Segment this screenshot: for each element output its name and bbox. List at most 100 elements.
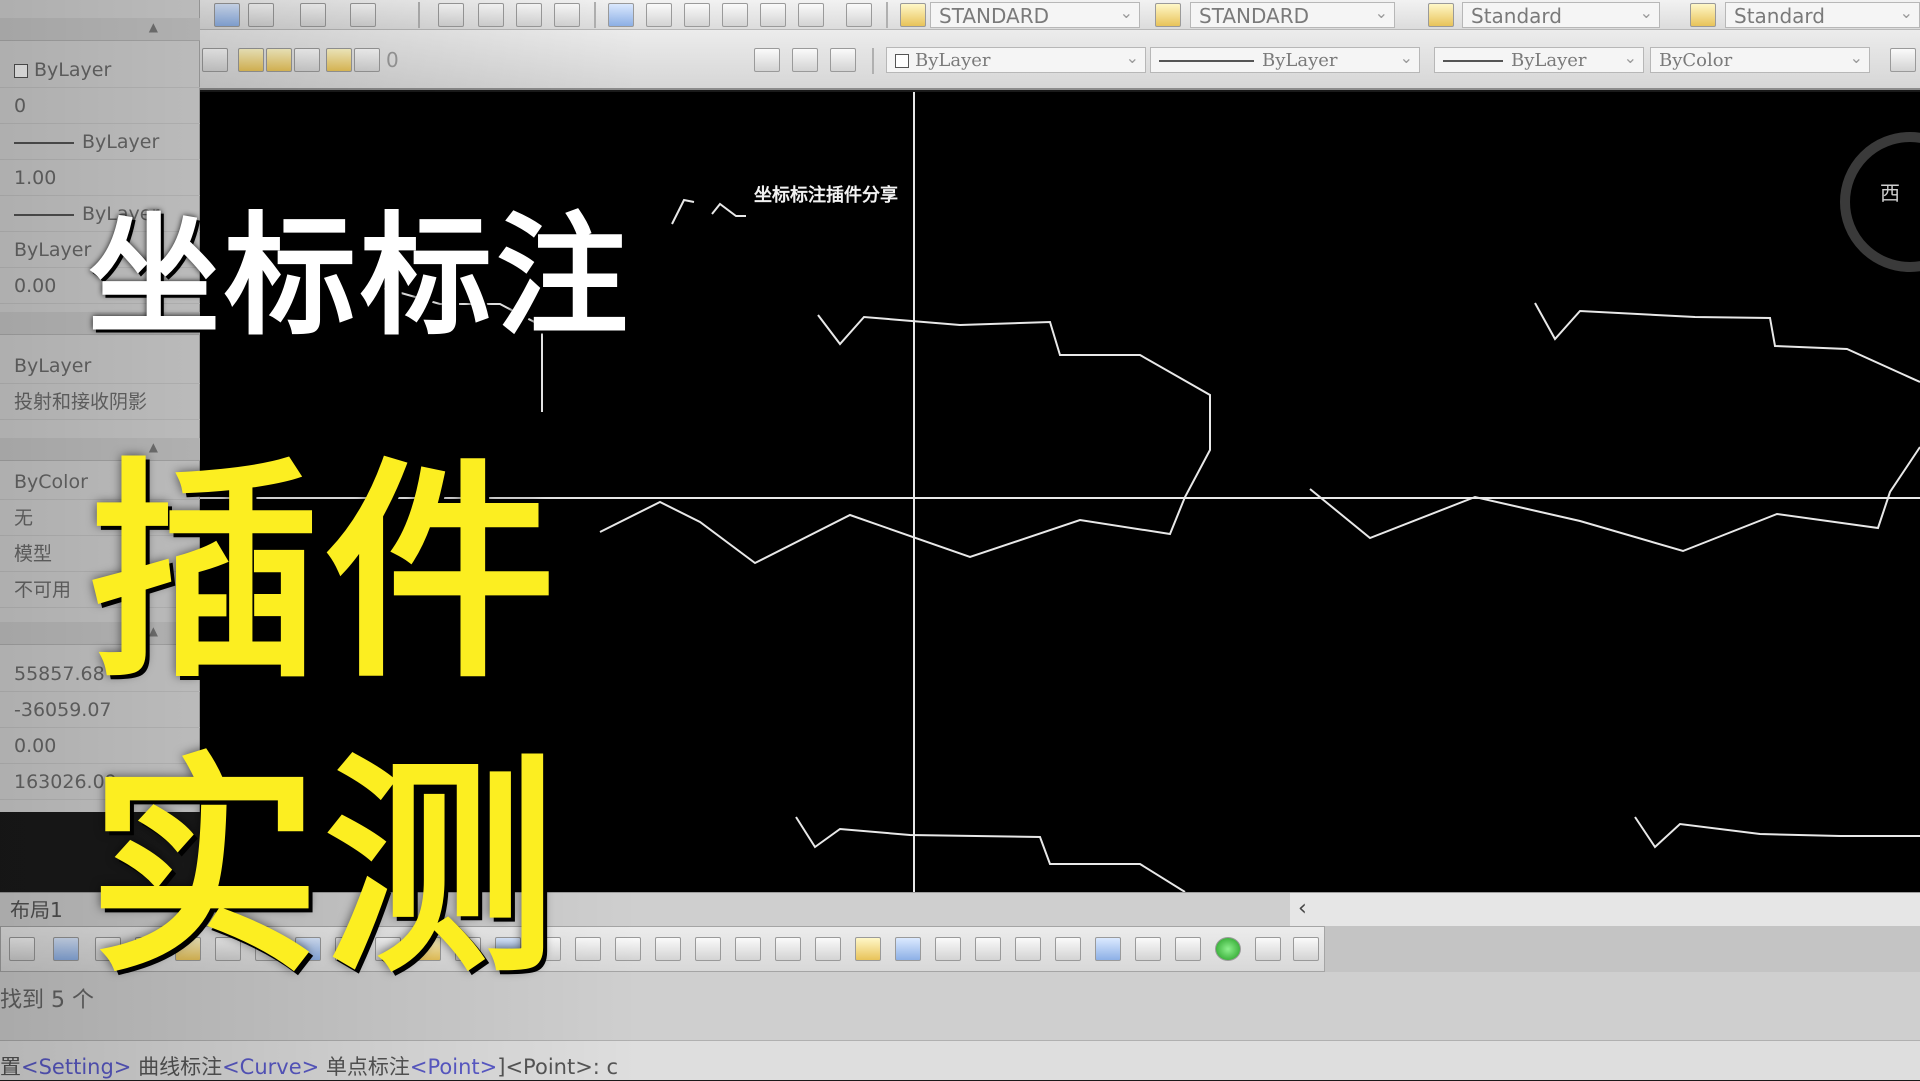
tool-icon[interactable]: [575, 937, 601, 961]
tool-icon[interactable]: [615, 937, 641, 961]
lineweight-value: ByLayer: [1511, 50, 1587, 71]
toolbar-separator: [872, 48, 874, 74]
overlay-title-line3: 实测: [88, 734, 561, 1004]
lock-icon[interactable]: [326, 48, 352, 72]
viewport-freeze-icon[interactable]: [294, 48, 320, 72]
property-color[interactable]: ByLayer: [0, 52, 200, 88]
contour-polyline: [599, 314, 1211, 565]
option-point-label: 单点标注: [319, 1055, 410, 1079]
scroll-left-arrow-icon[interactable]: ‹: [1298, 893, 1307, 925]
coordinate-marker: [711, 202, 746, 217]
freeze-sun-icon[interactable]: [266, 48, 292, 72]
command-prompt-text: 置<Setting> 曲线标注<Curve> 单点标注<Point>]<Poin…: [0, 1051, 618, 1081]
mleader-style-icon[interactable]: [1690, 3, 1716, 27]
linetype-value: ByLayer: [1262, 50, 1338, 71]
compass-west-label: 西: [1880, 181, 1900, 205]
overlay-title-line1: 坐标标注: [88, 200, 632, 354]
tool-icon[interactable]: [655, 937, 681, 961]
pan-hand-icon[interactable]: [438, 3, 464, 27]
horizontal-scrollbar[interactable]: ‹: [1290, 893, 1920, 927]
tool-icon[interactable]: [775, 937, 801, 961]
tool-icon[interactable]: [1015, 937, 1041, 961]
property-linetype[interactable]: ByLayer: [0, 124, 200, 160]
color-value: ByLayer: [915, 50, 991, 71]
command-suffix: ]<Point>: c: [497, 1055, 619, 1079]
property-value: ByLayer: [34, 59, 112, 81]
make-layer-current-icon[interactable]: [754, 48, 780, 72]
toolbar-separator: [886, 2, 888, 28]
help-icon[interactable]: [846, 3, 872, 27]
tab-layout1[interactable]: 布局1: [0, 893, 73, 927]
tool-icon[interactable]: [1135, 937, 1161, 961]
sheet-set-icon[interactable]: [760, 3, 786, 27]
plot-style-dropdown[interactable]: ByColor: [1650, 45, 1870, 73]
mleader-style-dropdown[interactable]: Standard: [1725, 0, 1920, 28]
linetype-dropdown[interactable]: ByLayer: [1150, 45, 1420, 73]
linetype-swatch: [14, 141, 74, 144]
zoom-previous-icon[interactable]: [554, 3, 580, 27]
property-value: ByLayer: [82, 131, 160, 153]
3d-solid-icon[interactable]: [1293, 937, 1319, 961]
command-history-text: 找到 5 个: [0, 988, 94, 1013]
color-dropdown[interactable]: ByLayer: [886, 45, 1146, 73]
tool-icon[interactable]: [815, 937, 841, 961]
properties-icon[interactable]: [608, 3, 634, 27]
zoom-realtime-icon[interactable]: [478, 3, 504, 27]
tool-icon[interactable]: [895, 937, 921, 961]
green-sphere-icon[interactable]: [1215, 937, 1241, 961]
option-curve-label: 曲线标注: [131, 1055, 223, 1079]
layer-name[interactable]: 0: [386, 48, 399, 72]
tool-icon[interactable]: [1055, 937, 1081, 961]
layers-properties-toolbar: 0 ByLayer ByLayer ByLayer ByColor: [200, 30, 1920, 90]
keyword-point[interactable]: <Point>: [410, 1055, 497, 1079]
zoom-window-icon[interactable]: [516, 3, 542, 27]
layer-states-icon[interactable]: [830, 48, 856, 72]
toolbar-separator: [594, 2, 596, 28]
overlay-title-line2: 插件: [88, 439, 561, 709]
tool-palettes-icon[interactable]: [684, 3, 710, 27]
toolbar-overflow-icon[interactable]: [1890, 48, 1916, 72]
lineweight-dropdown[interactable]: ByLayer: [1434, 45, 1644, 73]
calculator-icon[interactable]: [798, 3, 824, 27]
palette-section-header[interactable]: [0, 18, 200, 41]
coordinate-marker: [671, 198, 695, 225]
redo-icon[interactable]: [350, 3, 376, 27]
tool-icon[interactable]: [1175, 937, 1201, 961]
linetype-swatch: [1159, 60, 1254, 62]
toolbar-dock-area: [1325, 926, 1920, 972]
tool-icon[interactable]: [1095, 937, 1121, 961]
table-style-dropdown[interactable]: Standard: [1462, 0, 1660, 28]
box-icon[interactable]: [1255, 937, 1281, 961]
dim-style-dropdown[interactable]: STANDARD: [1190, 0, 1395, 28]
color-swatch: [14, 63, 28, 78]
tool-icon[interactable]: [855, 937, 881, 961]
toolbar-separator: [418, 2, 420, 28]
publish-icon[interactable]: [248, 3, 274, 27]
keyword-curve[interactable]: <Curve>: [222, 1055, 319, 1079]
text-style-icon[interactable]: [900, 3, 926, 27]
lineweight-swatch: [1443, 60, 1503, 62]
contour-polyline: [1534, 302, 1920, 383]
tool-icon[interactable]: [975, 937, 1001, 961]
command-line[interactable]: 置<Setting> 曲线标注<Curve> 单点标注<Point>]<Poin…: [0, 1040, 1920, 1080]
tool-icon[interactable]: [695, 937, 721, 961]
tool-icon[interactable]: [735, 937, 761, 961]
design-center-icon[interactable]: [646, 3, 672, 27]
color-swatch: [895, 54, 909, 68]
drawing-label: 坐标标注插件分享: [754, 184, 898, 206]
table-style-icon[interactable]: [1428, 3, 1454, 27]
tool-icon[interactable]: [9, 937, 35, 961]
tool-icon[interactable]: [53, 937, 79, 961]
layer-on-icon[interactable]: [238, 48, 264, 72]
undo-icon[interactable]: [300, 3, 326, 27]
tool-icon[interactable]: [935, 937, 961, 961]
layer-manager-icon[interactable]: [202, 48, 228, 72]
text-style-dropdown[interactable]: STANDARD: [930, 0, 1140, 28]
dim-style-icon[interactable]: [1155, 3, 1181, 27]
layer-previous-icon[interactable]: [792, 48, 818, 72]
markup-icon[interactable]: [722, 3, 748, 27]
keyword-setting[interactable]: <Setting>: [21, 1055, 131, 1079]
property-layer[interactable]: 0: [0, 88, 200, 124]
save-icon[interactable]: [214, 3, 240, 27]
layer-color-square-icon[interactable]: [354, 48, 380, 72]
